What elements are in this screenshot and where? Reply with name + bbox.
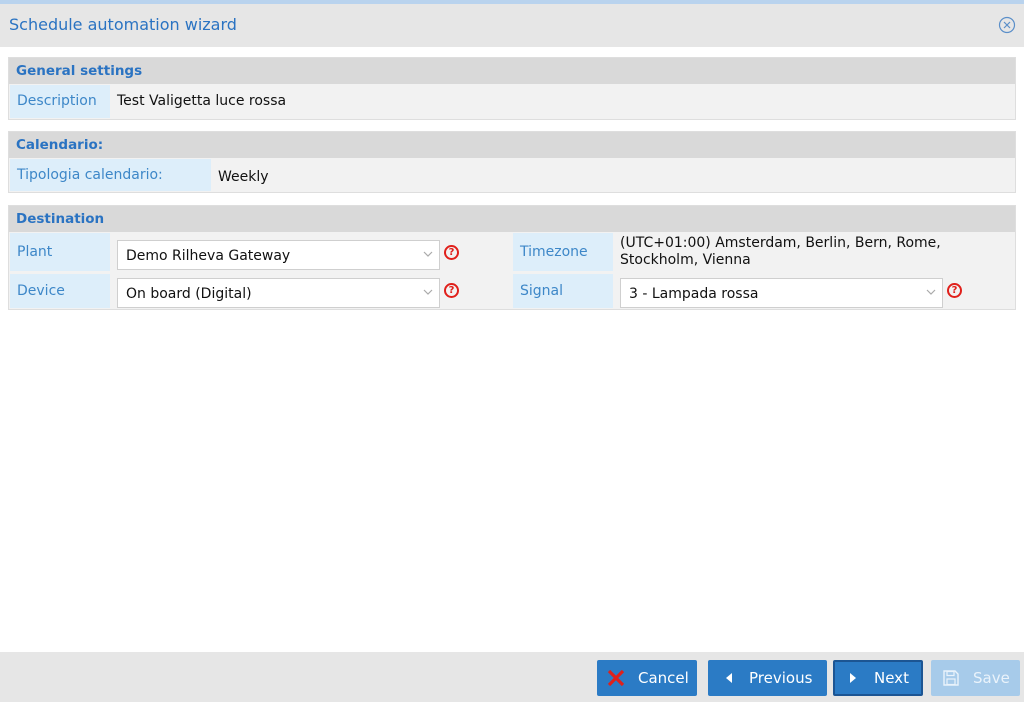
wizard-title: Schedule automation wizard <box>9 15 237 34</box>
destination-header: Destination <box>9 206 1015 232</box>
previous-button-label: Previous <box>749 669 813 687</box>
device-label: Device <box>10 274 110 308</box>
cancel-button-label: Cancel <box>638 669 689 687</box>
device-help-icon[interactable]: ? <box>444 283 459 298</box>
description-label: Description <box>10 85 110 118</box>
calendar-header: Calendario: <box>9 132 1015 158</box>
cancel-button[interactable]: Cancel <box>597 660 697 696</box>
device-select[interactable]: On board (Digital) <box>117 278 440 308</box>
destination-section: Destination Plant Demo Rilheva Gateway ?… <box>8 205 1016 310</box>
calendar-type-label: Tipologia calendario: <box>10 159 211 191</box>
chevron-down-icon <box>926 289 936 295</box>
signal-select[interactable]: 3 - Lampada rossa <box>620 278 943 308</box>
description-value[interactable]: Test Valigetta luce rossa <box>117 93 286 109</box>
calendar-section: Calendario: Tipologia calendario: Weekly <box>8 131 1016 193</box>
plant-select-value: Demo Rilheva Gateway <box>126 248 291 264</box>
wizard-titlebar: Schedule automation wizard <box>0 4 1024 47</box>
caret-left-icon <box>726 673 732 683</box>
timezone-value: (UTC+01:00) Amsterdam, Berlin, Bern, Rom… <box>620 235 941 269</box>
previous-button[interactable]: Previous <box>708 660 827 696</box>
chevron-down-icon <box>423 289 433 295</box>
timezone-value-line1: (UTC+01:00) Amsterdam, Berlin, Bern, Rom… <box>620 235 941 251</box>
save-button[interactable]: Save <box>931 660 1020 696</box>
signal-label: Signal <box>513 274 613 308</box>
plant-select[interactable]: Demo Rilheva Gateway <box>117 240 440 270</box>
close-icon[interactable] <box>998 16 1016 34</box>
plant-label: Plant <box>10 233 110 271</box>
general-settings-section: General settings Description Test Valige… <box>8 57 1016 120</box>
chevron-down-icon <box>423 251 433 257</box>
signal-help-icon[interactable]: ? <box>947 283 962 298</box>
timezone-label: Timezone <box>513 233 613 271</box>
signal-select-value: 3 - Lampada rossa <box>629 286 759 302</box>
timezone-value-line2: Stockholm, Vienna <box>620 252 751 268</box>
next-button-label: Next <box>874 669 909 687</box>
calendar-type-value[interactable]: Weekly <box>218 169 269 185</box>
general-settings-header: General settings <box>9 58 1015 84</box>
device-select-value: On board (Digital) <box>126 286 252 302</box>
save-button-label: Save <box>973 669 1010 687</box>
next-button[interactable]: Next <box>833 660 923 696</box>
caret-right-icon <box>850 673 856 683</box>
floppy-disk-icon <box>943 670 959 686</box>
plant-help-icon[interactable]: ? <box>444 245 459 260</box>
cancel-x-icon <box>607 669 625 687</box>
